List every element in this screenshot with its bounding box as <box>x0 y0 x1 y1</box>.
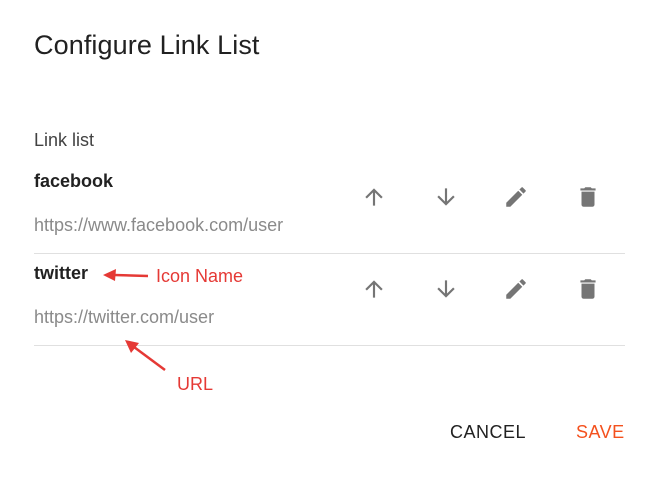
annotation-url: URL <box>177 374 214 394</box>
link-icon-name: twitter <box>34 263 88 283</box>
trash-icon <box>580 187 596 207</box>
save-button[interactable]: SAVE <box>576 422 625 443</box>
row-actions <box>354 177 604 217</box>
arrow-down-icon <box>437 280 455 298</box>
link-url: https://www.facebook.com/user <box>34 215 284 235</box>
cancel-button[interactable]: CANCEL <box>450 422 526 443</box>
dialog-title: Configure Link List <box>34 30 260 60</box>
link-url: https://twitter.com/user <box>34 307 215 327</box>
list-item: twitter https://twitter.com/user <box>34 253 625 346</box>
trash-icon <box>580 279 596 299</box>
pencil-icon <box>506 279 526 299</box>
delete-button[interactable] <box>568 177 608 217</box>
edit-button[interactable] <box>496 269 536 309</box>
arrow-up-icon <box>365 188 383 206</box>
link-icon-name: facebook <box>34 171 114 191</box>
edit-button[interactable] <box>496 177 536 217</box>
list-item: facebook https://www.facebook.com/user <box>34 161 625 254</box>
move-up-button[interactable] <box>354 177 394 217</box>
move-up-button[interactable] <box>354 269 394 309</box>
arrow-down-icon <box>437 188 455 206</box>
arrow-up-icon <box>365 280 383 298</box>
pencil-icon <box>506 187 526 207</box>
annotation-icon-name: Icon Name <box>156 266 244 286</box>
move-down-button[interactable] <box>426 177 466 217</box>
row-actions <box>354 269 604 309</box>
move-down-button[interactable] <box>426 269 466 309</box>
delete-button[interactable] <box>568 269 608 309</box>
link-list-label: Link list <box>34 130 95 150</box>
